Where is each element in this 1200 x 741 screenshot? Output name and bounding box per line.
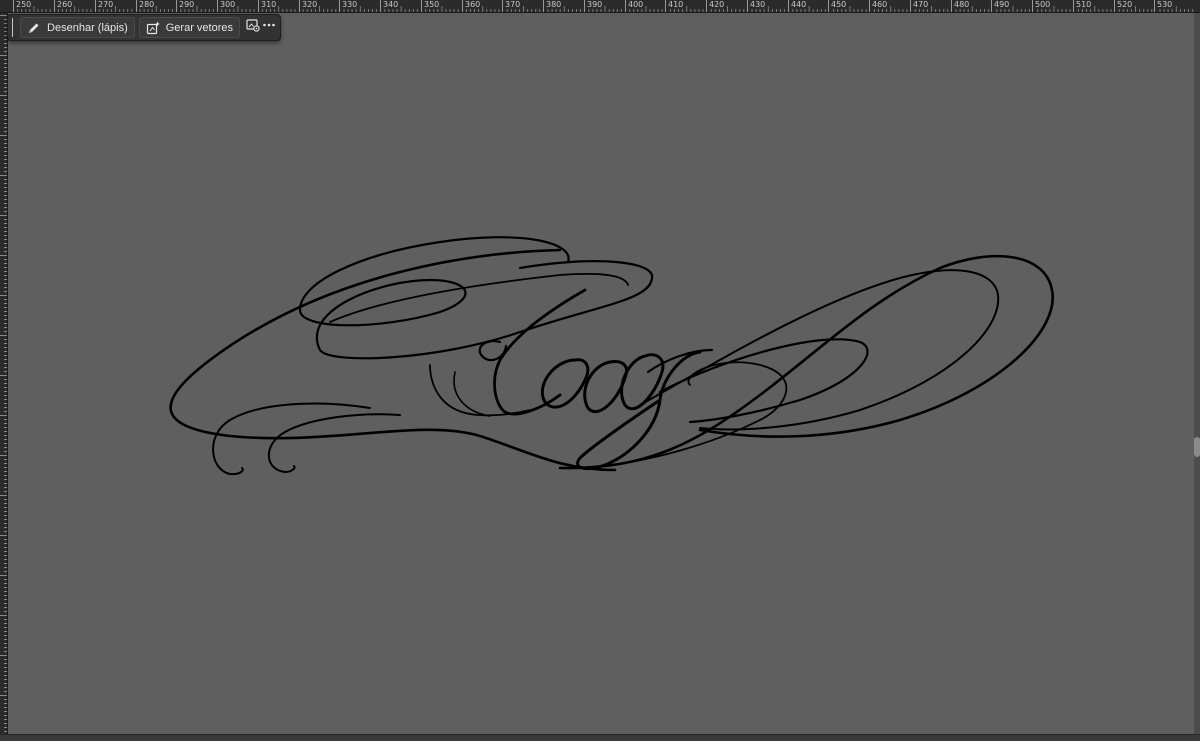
ruler-label: 290 — [179, 0, 195, 9]
horizontal-ruler[interactable]: 250 260 270 280 290 300 310 320 330 340 … — [0, 0, 1200, 13]
generate-vectors-button[interactable]: Gerar vetores — [138, 17, 240, 38]
generate-vectors-label: Gerar vetores — [165, 21, 233, 34]
ruler-label: 490 — [994, 0, 1010, 9]
ruler-label: 440 — [791, 0, 807, 9]
ruler-label: 340 — [383, 0, 399, 9]
ruler-label: 310 — [261, 0, 277, 9]
status-bar — [0, 734, 1200, 741]
ruler-label: 420 — [709, 0, 725, 9]
ruler-label: 260 — [57, 0, 73, 9]
ruler-label: 500 — [1035, 0, 1051, 9]
ruler-label: 390 — [587, 0, 603, 9]
ruler-label: 450 — [831, 0, 847, 9]
pencil-icon — [27, 21, 41, 35]
ruler-label: 350 — [424, 0, 440, 9]
ruler-label: 360 — [465, 0, 481, 9]
photoshop-workspace: 250 260 270 280 290 300 310 320 330 340 … — [0, 0, 1200, 741]
vertical-scrollbar[interactable] — [1194, 13, 1200, 735]
draw-pencil-label: Desenhar (lápis) — [47, 21, 128, 34]
document-canvas[interactable] — [8, 13, 1194, 735]
ruler-label: 530 — [1157, 0, 1173, 9]
ruler-label: 410 — [668, 0, 684, 9]
image-settings-button[interactable] — [246, 17, 260, 38]
more-options-icon — [262, 18, 276, 37]
ruler-label: 480 — [954, 0, 970, 9]
scrollbar-thumb[interactable] — [1194, 437, 1200, 457]
ruler-label: 270 — [98, 0, 114, 9]
ruler-label: 520 — [1117, 0, 1133, 9]
ruler-label: 510 — [1076, 0, 1092, 9]
vertical-ruler-ticks — [0, 15, 7, 732]
ruler-label: 460 — [872, 0, 888, 9]
ruler-label: 470 — [913, 0, 929, 9]
image-settings-icon — [246, 18, 260, 37]
contextual-task-bar: Desenhar (lápis) Gerar vetores — [7, 14, 281, 41]
signature-drawing — [169, 236, 1055, 476]
generate-vector-icon — [146, 21, 160, 35]
ruler-label: 320 — [302, 0, 318, 9]
ruler-label: 280 — [139, 0, 155, 9]
vertical-ruler[interactable] — [0, 13, 8, 735]
ruler-label: 370 — [505, 0, 521, 9]
ruler-label: 400 — [628, 0, 644, 9]
ruler-label: 300 — [220, 0, 236, 9]
ruler-label: 430 — [750, 0, 766, 9]
drag-handle[interactable] — [12, 18, 14, 37]
ruler-label: 380 — [546, 0, 562, 9]
ruler-label: 330 — [342, 0, 358, 9]
ruler-label: 250 — [16, 0, 32, 9]
draw-pencil-button[interactable]: Desenhar (lápis) — [20, 17, 135, 38]
more-options-button[interactable] — [262, 17, 276, 38]
